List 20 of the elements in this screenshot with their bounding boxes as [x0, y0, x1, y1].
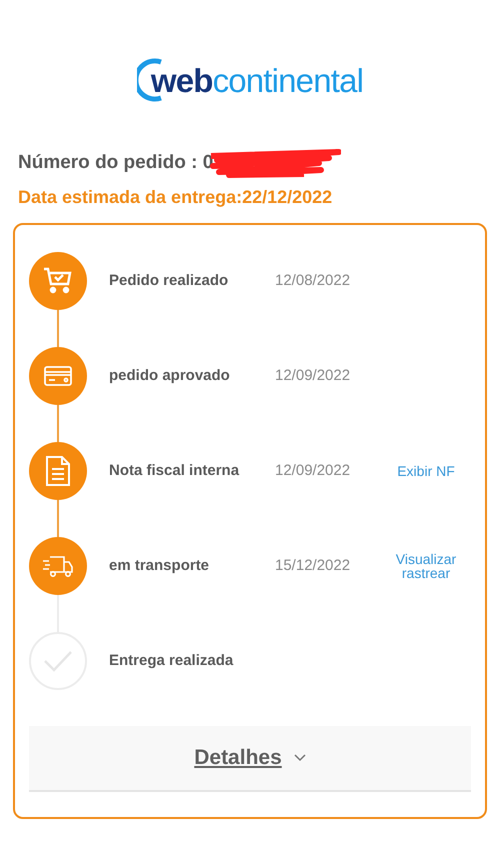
step-date: 15/12/2022: [275, 556, 352, 576]
step-date: 12/09/2022: [275, 460, 352, 481]
document-icon: [45, 455, 71, 487]
estimated-delivery: Data estimada da entrega:22/12/2022: [17, 186, 334, 209]
step-link[interactable]: Exibir NF: [393, 464, 459, 478]
truck-icon: [42, 554, 74, 578]
logo: webcontinental: [150, 64, 364, 96]
step-label: Pedido realizado: [109, 270, 230, 291]
step-label: em transporte: [109, 556, 210, 576]
step-label: pedido aprovado: [109, 366, 231, 386]
chevron-down-icon: [294, 754, 306, 762]
step-label: Nota fiscal interna: [109, 460, 240, 481]
step-label: Entrega realizada: [109, 650, 234, 671]
step-date: 12/09/2022: [275, 366, 352, 386]
step-date: 12/08/2022: [275, 270, 352, 291]
check-icon: [43, 650, 73, 672]
step-link[interactable]: Visualizar rastrear: [393, 552, 459, 580]
cart-icon: [43, 267, 73, 295]
credit-card-icon: [43, 365, 73, 387]
details-button[interactable]: Detalhes: [29, 726, 471, 792]
